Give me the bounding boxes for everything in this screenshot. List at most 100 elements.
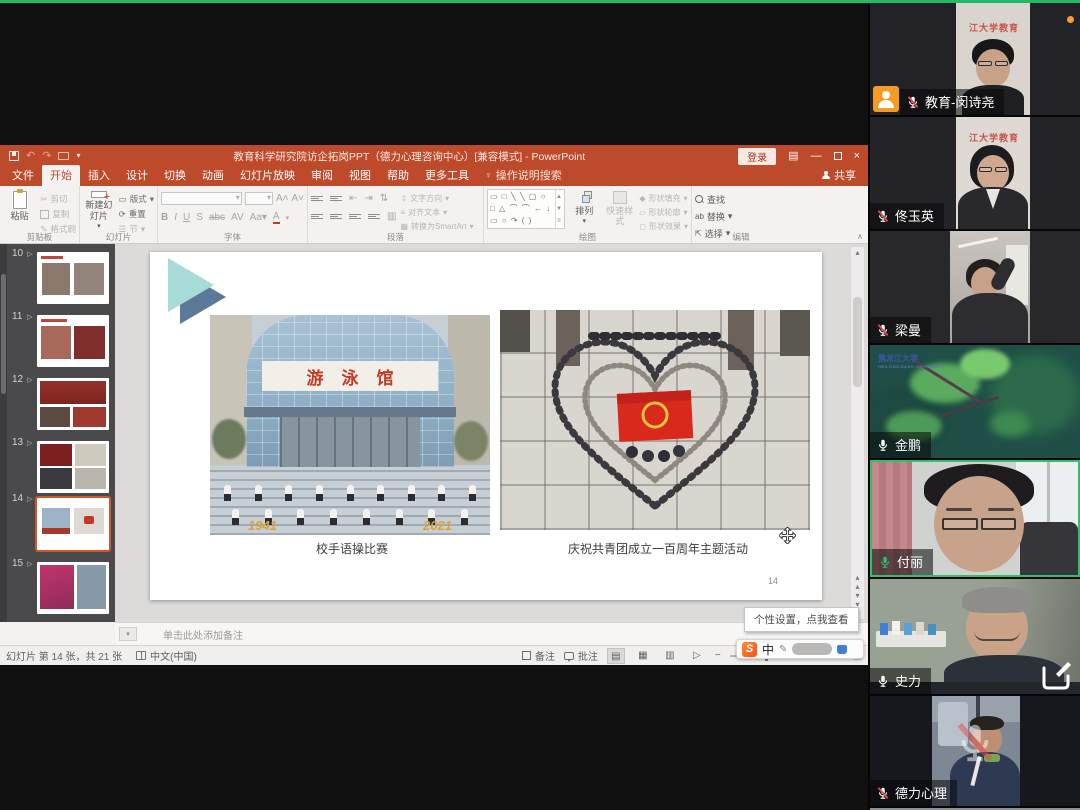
bold-button[interactable]: B xyxy=(161,212,168,223)
participant-tile-3[interactable]: 梁曼 xyxy=(870,231,1080,343)
tab-help[interactable]: 帮助 xyxy=(379,165,417,186)
thumbnail-slide-10[interactable] xyxy=(37,252,109,304)
tab-more-tools[interactable]: 更多工具 xyxy=(417,165,477,186)
copy-button[interactable]: 复制 xyxy=(40,208,76,220)
previous-slide-button[interactable]: ▴▴ xyxy=(851,573,864,591)
notes-collapse-icon[interactable]: ▾ xyxy=(119,627,137,641)
decrease-indent-icon[interactable]: ⇤ xyxy=(349,193,357,204)
thumbnail-slide-15[interactable] xyxy=(37,562,109,614)
tab-view[interactable]: 视图 xyxy=(341,165,379,186)
tab-transitions[interactable]: 切换 xyxy=(156,165,194,186)
align-text-button[interactable]: ≡ 对齐文本 ▾ xyxy=(400,207,473,218)
italic-button[interactable]: I xyxy=(174,212,177,223)
scroll-up-icon[interactable]: ▴ xyxy=(851,247,864,258)
paste-button[interactable]: 粘贴 xyxy=(3,189,36,231)
line-spacing-icon[interactable]: ⇅ xyxy=(380,193,388,204)
slide-14[interactable]: 游泳馆 1941 2021 xyxy=(150,252,822,600)
arrange-button[interactable]: 排列▾ xyxy=(569,189,600,231)
zoom-out-icon[interactable]: − xyxy=(715,650,721,661)
redo-icon[interactable]: ↷ xyxy=(42,151,51,162)
shape-fill-button[interactable]: ◆ 形状填充 ▾ xyxy=(639,193,688,204)
ime-skin-area[interactable] xyxy=(792,643,832,655)
thumbnail-scrollbar[interactable] xyxy=(0,244,7,622)
language-indicator[interactable]: 中文(中国) xyxy=(150,648,197,663)
cut-button[interactable]: ✂ 剪切 xyxy=(40,193,76,205)
numbering-icon[interactable] xyxy=(330,196,342,201)
ime-pen-icon[interactable]: ✎ xyxy=(779,644,787,655)
new-slide-button[interactable]: 新建幻灯片▾ xyxy=(83,189,115,231)
font-color-button[interactable]: A xyxy=(273,211,280,224)
text-direction-button[interactable]: ⇳ 文字方向 ▾ xyxy=(400,193,473,204)
slideshow-view-button[interactable]: ▷ xyxy=(688,648,706,664)
change-case-button[interactable]: Aa▾ xyxy=(250,212,267,223)
thumbnail-slide-12[interactable] xyxy=(37,378,109,430)
shape-gallery-scroll[interactable]: ▲▼≡ xyxy=(555,190,564,228)
photo-youth-league-heart[interactable] xyxy=(500,310,810,530)
comments-toggle[interactable]: 批注 xyxy=(564,648,598,663)
reset-button[interactable]: ⟳ 重置 xyxy=(119,208,154,220)
replace-button[interactable]: ab替换 ▾ xyxy=(695,210,787,223)
thumbnail-slide-13[interactable] xyxy=(37,441,109,493)
align-center-icon[interactable] xyxy=(330,214,342,219)
reading-view-button[interactable]: ▥ xyxy=(661,648,679,664)
align-right-icon[interactable] xyxy=(349,214,361,219)
layout-button[interactable]: ▭ 版式 ▾ xyxy=(119,193,154,205)
tab-design[interactable]: 设计 xyxy=(118,165,156,186)
shrink-font-icon[interactable]: A˅ xyxy=(291,193,304,204)
tell-me-search[interactable]: ♀操作说明搜索 xyxy=(485,167,562,186)
columns-icon[interactable]: ▥ xyxy=(387,211,396,222)
tab-home[interactable]: 开始 xyxy=(42,165,80,186)
participant-tile-6[interactable]: 史力 xyxy=(870,579,1080,694)
slide-thumbnail-panel[interactable]: 10 ▷ 11 ▷ 12 ▷ xyxy=(0,244,115,622)
quick-styles-button[interactable]: 快速样式 xyxy=(604,189,635,231)
tab-animations[interactable]: 动画 xyxy=(194,165,232,186)
underline-button[interactable]: U xyxy=(183,212,190,223)
tab-review[interactable]: 审阅 xyxy=(303,165,341,186)
justify-icon[interactable] xyxy=(368,214,380,219)
input-method-bar[interactable]: S 中 ✎ xyxy=(736,639,864,659)
notes-toggle[interactable]: 备注 xyxy=(522,648,555,663)
slide-sorter-view-button[interactable]: ▦ xyxy=(634,648,652,664)
font-size-select[interactable] xyxy=(245,192,273,205)
normal-view-button[interactable]: ▤ xyxy=(607,648,625,664)
annotation-pen-icon[interactable] xyxy=(1038,658,1072,692)
grow-font-icon[interactable]: A˄ xyxy=(276,193,289,204)
participant-tile-5-active-speaker[interactable]: 付丽 xyxy=(870,460,1080,577)
participant-tile-2[interactable]: 江大学教育 佟玉英 xyxy=(870,117,1080,229)
slide-editing-area[interactable]: 游泳馆 1941 2021 xyxy=(115,244,868,622)
save-icon[interactable] xyxy=(9,151,19,161)
vertical-scrollbar[interactable]: ▴ ▴▴ ▾▾ ▾ xyxy=(850,246,865,620)
restore-button[interactable] xyxy=(834,152,842,160)
increase-indent-icon[interactable]: ⇥ xyxy=(364,193,372,204)
shape-outline-button[interactable]: ▱ 形状轮廓 ▾ xyxy=(639,207,688,218)
tab-file[interactable]: 文件 xyxy=(4,165,42,186)
undo-icon[interactable]: ↶ xyxy=(26,151,35,162)
shape-gallery[interactable]: ▭ □ ╲ ╲ ▢ ○ □ △ ⌒ ⌒ ← ↓ ▭ ○ ↷ ( ) ▲▼≡ xyxy=(487,189,565,229)
shadow-button[interactable]: S xyxy=(196,212,203,223)
minimize-button[interactable]: — xyxy=(811,151,822,162)
ime-skin-icon[interactable] xyxy=(837,645,847,654)
scrollbar-thumb[interactable] xyxy=(853,297,862,387)
qat-dropdown-icon[interactable]: ▾ xyxy=(76,152,80,160)
collapse-ribbon-icon[interactable]: ∧ xyxy=(857,232,863,241)
strikethrough-button[interactable]: abc xyxy=(209,212,225,223)
login-button[interactable]: 登录 xyxy=(738,148,776,165)
participant-tile-4[interactable]: 黑龙江大学HEILONGJIANG UNIVERSITY 金鹏 xyxy=(870,345,1080,458)
tab-slideshow[interactable]: 幻灯片放映 xyxy=(232,165,303,186)
tab-insert[interactable]: 插入 xyxy=(80,165,118,186)
font-name-select[interactable] xyxy=(161,192,242,205)
participant-tile-1[interactable]: 江大学教育 教育-闵诗尧 xyxy=(870,3,1080,115)
thumbnail-slide-14-selected[interactable] xyxy=(37,498,109,550)
spellcheck-icon[interactable] xyxy=(136,651,146,660)
ime-language-toggle[interactable]: 中 xyxy=(762,641,774,658)
char-spacing-button[interactable]: AV xyxy=(231,212,244,223)
close-button[interactable]: × xyxy=(854,151,860,162)
ribbon-options-icon[interactable]: ▤ xyxy=(788,151,798,162)
thumbnail-slide-11[interactable] xyxy=(37,315,109,367)
bullets-icon[interactable] xyxy=(311,196,323,201)
align-left-icon[interactable] xyxy=(311,214,323,219)
photo-sign-language-contest[interactable]: 游泳馆 1941 2021 xyxy=(210,315,490,535)
slideshow-icon[interactable] xyxy=(58,152,69,160)
participant-tile-7[interactable]: 德力心理 xyxy=(870,696,1080,806)
find-button[interactable]: 查找 xyxy=(695,193,787,206)
